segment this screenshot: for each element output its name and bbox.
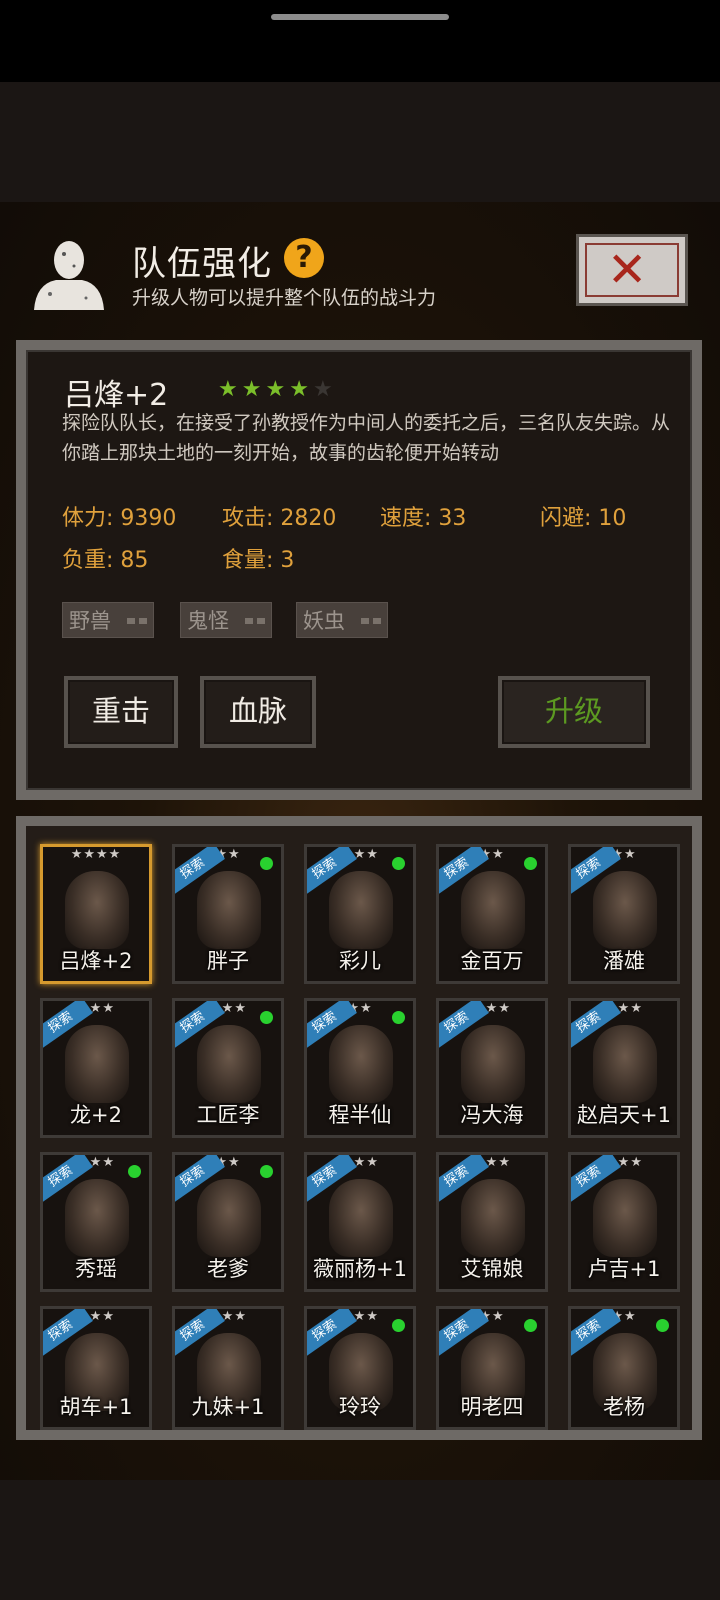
available-dot-icon	[524, 1319, 537, 1332]
character-name: 薇丽杨+1	[313, 1257, 407, 1281]
character-name: 秀瑶	[75, 1257, 117, 1281]
character-portrait	[329, 871, 393, 949]
character-name: 胖子	[207, 949, 249, 973]
bloodline-button[interactable]: 血脉	[200, 676, 316, 748]
character-card[interactable]: ★★★★ 吕烽+2	[40, 844, 152, 984]
heavy-strike-button[interactable]: 重击	[64, 676, 178, 748]
character-portrait	[65, 1179, 129, 1257]
character-portrait	[197, 871, 261, 949]
available-dot-icon	[392, 857, 405, 870]
close-button[interactable]: ✕	[576, 234, 688, 306]
character-portrait	[65, 871, 129, 949]
close-icon: ✕	[607, 242, 648, 298]
question-icon[interactable]: ?	[284, 238, 324, 278]
character-portrait	[329, 1179, 393, 1257]
character-portrait	[461, 1025, 525, 1103]
page-subtitle: 升级人物可以提升整个队伍的战斗力	[132, 287, 437, 309]
hero-star-rating: ★ ★ ★ ★ ★	[218, 378, 333, 402]
gesture-pill[interactable]	[271, 14, 449, 20]
character-name: 明老四	[460, 1395, 524, 1419]
character-card[interactable]: ★★★ 探索 彩儿	[304, 844, 416, 984]
character-name: 老杨	[603, 1395, 645, 1419]
character-name: 玲玲	[339, 1395, 381, 1419]
character-name: 老爹	[207, 1257, 249, 1281]
star-icon: ★	[218, 377, 238, 402]
character-portrait	[197, 1025, 261, 1103]
character-name: 龙+2	[70, 1103, 122, 1127]
stat-load: 负重: 85	[62, 548, 149, 573]
character-name: 彩儿	[339, 949, 381, 973]
character-card[interactable]: ★★★ 探索 胡车+1	[40, 1306, 152, 1430]
character-name: 金百万	[460, 949, 524, 973]
character-portrait	[593, 1025, 657, 1103]
available-dot-icon	[260, 857, 273, 870]
star-icon: ★	[265, 377, 286, 402]
stat-stamina: 体力: 9390	[62, 506, 177, 531]
available-dot-icon	[128, 1165, 141, 1178]
character-card[interactable]: ★★ 探索 老爹	[172, 1152, 284, 1292]
character-card[interactable]: ★★★ 探索 玲玲	[304, 1306, 416, 1430]
tag-ghost: 鬼怪	[180, 602, 272, 638]
character-card[interactable]: ★★★ 探索 艾锦娘	[436, 1152, 548, 1292]
silhouette-avatar-icon	[34, 241, 104, 310]
character-name: 赵启天+1	[577, 1103, 671, 1127]
character-card[interactable]: ★★ 探索 潘雄	[568, 844, 680, 984]
character-card[interactable]: ★★★ 探索 卢吉+1	[568, 1152, 680, 1292]
character-card[interactable]: ★★★ 探索 工匠李	[172, 998, 284, 1138]
character-portrait	[65, 1025, 129, 1103]
star-icon: ★	[289, 377, 309, 402]
character-name: 工匠李	[196, 1103, 260, 1127]
character-card[interactable]: ★★ 探索 胖子	[172, 844, 284, 984]
hero-description: 探险队队长，在接受了孙教授作为中间人的委托之后，三名队友失踪。从你踏上那块土地的…	[62, 412, 671, 464]
character-portrait	[593, 871, 657, 949]
star-icon: ★	[241, 377, 262, 402]
available-dot-icon	[524, 857, 537, 870]
character-card[interactable]: ★★ 探索 老杨	[568, 1306, 680, 1430]
character-name: 吕烽+2	[59, 949, 133, 973]
available-dot-icon	[260, 1011, 273, 1024]
available-dot-icon	[392, 1011, 405, 1024]
character-name: 胡车+1	[59, 1395, 133, 1419]
character-card[interactable]: ★★★ 探索 薇丽杨+1	[304, 1152, 416, 1292]
character-portrait	[197, 1179, 261, 1257]
stat-speed: 速度: 33	[380, 506, 467, 531]
character-name: 九妹+1	[191, 1395, 265, 1419]
tag-beast: 野兽	[62, 602, 154, 638]
available-dot-icon	[260, 1165, 273, 1178]
character-portrait	[329, 1025, 393, 1103]
character-card[interactable]: ★★ 探索 明老四	[436, 1306, 548, 1430]
character-card[interactable]: ★★ 探索 金百万	[436, 844, 548, 984]
character-name: 卢吉+1	[587, 1257, 661, 1281]
character-card[interactable]: ★★★ 探索 冯大海	[436, 998, 548, 1138]
character-card[interactable]: ★★★ 探索 龙+2	[40, 998, 152, 1138]
character-name: 潘雄	[603, 949, 645, 973]
tag-insect: 妖虫	[296, 602, 388, 638]
character-name: 艾锦娘	[460, 1257, 524, 1281]
character-portrait	[461, 1179, 525, 1257]
stat-dodge: 闪避: 10	[540, 506, 627, 531]
stat-attack: 攻击: 2820	[222, 506, 337, 531]
page-title: 队伍强化	[132, 244, 272, 284]
character-stars: ★★★★	[70, 847, 122, 862]
character-name: 程半仙	[328, 1103, 392, 1127]
available-dot-icon	[656, 1319, 669, 1332]
character-card[interactable]: ★★★ 探索 秀瑶	[40, 1152, 152, 1292]
upgrade-button[interactable]: 升级	[498, 676, 650, 748]
character-portrait	[461, 871, 525, 949]
character-card[interactable]: ★★★ 探索 九妹+1	[172, 1306, 284, 1430]
character-card[interactable]: ★★★ 探索 赵启天+1	[568, 998, 680, 1138]
character-card[interactable]: ★★ 探索 程半仙	[304, 998, 416, 1138]
available-dot-icon	[392, 1319, 405, 1332]
star-icon: ★	[312, 377, 333, 402]
status-bar	[0, 0, 720, 82]
stat-food: 食量: 3	[222, 548, 295, 573]
character-portrait	[593, 1179, 657, 1257]
character-name: 冯大海	[460, 1103, 524, 1127]
